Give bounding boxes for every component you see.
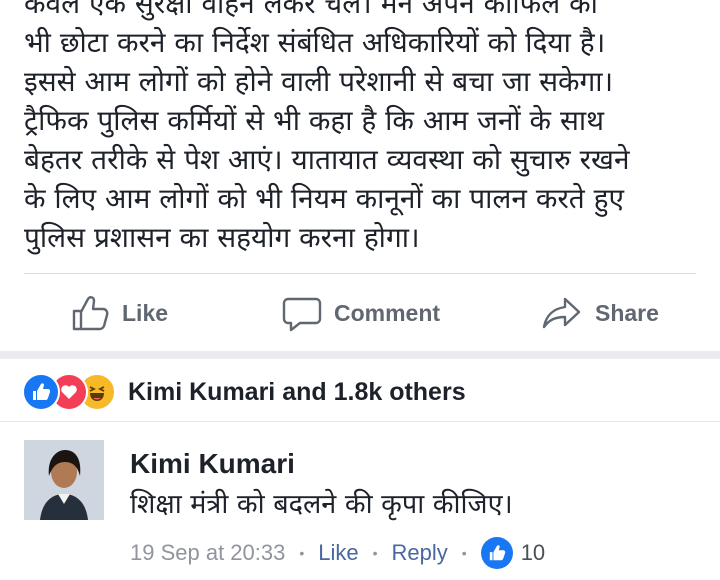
post-text-line: इससे आम लोगों को होने वाली परेशानी से बच… [24,65,614,98]
post-action-bar: Like Comment Share [0,284,720,342]
post-body-text: केवल एक सुरक्षा वाहन लेकर चलें। मैंने अप… [24,0,704,257]
share-button[interactable]: Share [541,284,659,342]
like-count-value: 10 [520,540,546,565]
comment-meta: 19 Sep at 20:33 • Like • Reply • 10 [130,536,545,570]
comment-bubble-icon [282,297,322,332]
comment-button[interactable]: Comment [282,284,440,342]
reactions-summary[interactable]: Kimi Kumari and 1.8k others [22,372,466,412]
meta-separator: • [372,545,378,561]
commenter-avatar[interactable] [24,440,104,520]
thumbs-up-icon [72,296,109,331]
avatar-portrait-icon [24,440,104,520]
comment-like-count[interactable]: 10 [480,537,546,569]
meta-separator: • [299,545,305,561]
post-text-line: के लिए आम लोगों को भी नियम कानूनों का पा… [24,182,625,215]
post-divider [24,273,696,274]
comment-author-name[interactable]: Kimi Kumari [130,448,295,480]
like-reaction-icon [22,373,60,411]
comments-divider [0,421,720,422]
post-text-line: ट्रैफिक पुलिस कर्मियों से भी कहा है कि आ… [24,104,605,137]
like-button[interactable]: Like [70,284,168,342]
like-button-label: Like [122,299,169,326]
share-arrow-icon [542,297,581,329]
comment-like-link[interactable]: Like [318,540,358,566]
meta-separator: • [461,545,467,561]
post-text-line: भी छोटा करने का निर्देश संबंधित अधिकारिय… [24,26,606,59]
like-count-icon [480,537,513,569]
comment-timestamp[interactable]: 19 Sep at 20:33 [130,540,285,566]
comment-reply-link[interactable]: Reply [392,540,448,566]
post-text-line: पुलिस प्रशासन का सहयोग करना होगा। [24,221,420,254]
post-text-line: बेहतर तरीके से पेश आएं। यातायात व्यवस्था… [24,143,630,176]
comment-button-label: Comment [334,299,441,326]
comment-text: शिक्षा मंत्री को बदलने की कृपा कीजिए। [130,489,513,520]
section-separator [0,351,720,359]
post-text-line: केवल एक सुरक्षा वाहन लेकर चलें। मैंने अप… [24,0,598,20]
share-button-label: Share [595,299,659,326]
reactions-summary-text: Kimi Kumari and 1.8k others [128,377,466,406]
